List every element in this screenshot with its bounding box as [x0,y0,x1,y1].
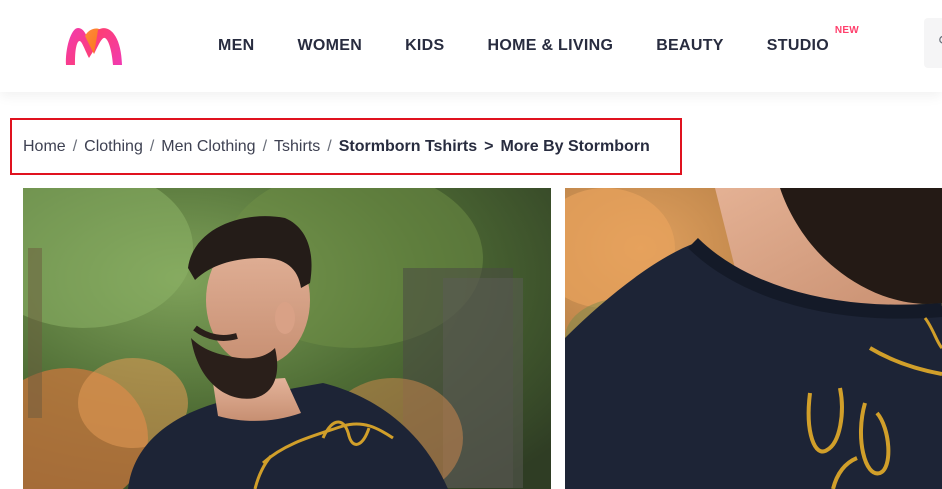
nav-studio-label: STUDIO [766,37,830,54]
breadcrumb-separator: / [72,137,78,155]
breadcrumb-tshirts[interactable]: Tshirts [274,138,320,156]
new-badge: NEW [834,25,860,36]
myntra-logo-icon[interactable] [63,24,125,68]
nav-home-living[interactable]: HOME & LIVING [488,37,614,55]
product-image-model-front[interactable] [23,188,551,489]
nav-women[interactable]: WOMEN [297,37,362,55]
breadcrumb-brand-tshirts[interactable]: Stormborn Tshirts [339,138,477,156]
breadcrumb-men-clothing[interactable]: Men Clothing [161,138,255,156]
breadcrumb-separator: / [149,137,155,155]
product-image-neckline-closeup[interactable] [565,188,942,489]
model-photo [23,188,551,489]
search-icon: ⚲ [938,33,942,50]
breadcrumb-home[interactable]: Home [23,138,66,156]
neckline-photo [565,188,942,489]
nav-kids[interactable]: KIDS [405,37,444,55]
nav-studio[interactable]: STUDIO NEW [766,25,859,55]
breadcrumb-arrow: > [484,137,494,155]
breadcrumb: Home / Clothing / Men Clothing / Tshirts… [23,120,650,173]
breadcrumb-separator: / [327,137,332,155]
main-nav: MEN WOMEN KIDS HOME & LIVING BEAUTY STUD… [218,0,872,92]
breadcrumb-clothing[interactable]: Clothing [84,138,143,156]
breadcrumb-current[interactable]: More By Stormborn [500,138,649,156]
breadcrumb-separator: / [262,137,268,155]
nav-beauty[interactable]: BEAUTY [656,37,724,55]
site-header: MEN WOMEN KIDS HOME & LIVING BEAUTY STUD… [0,0,942,92]
search-bar[interactable]: ⚲ [924,18,942,68]
nav-men[interactable]: MEN [218,37,254,55]
breadcrumb-highlight: Home / Clothing / Men Clothing / Tshirts… [10,118,682,175]
